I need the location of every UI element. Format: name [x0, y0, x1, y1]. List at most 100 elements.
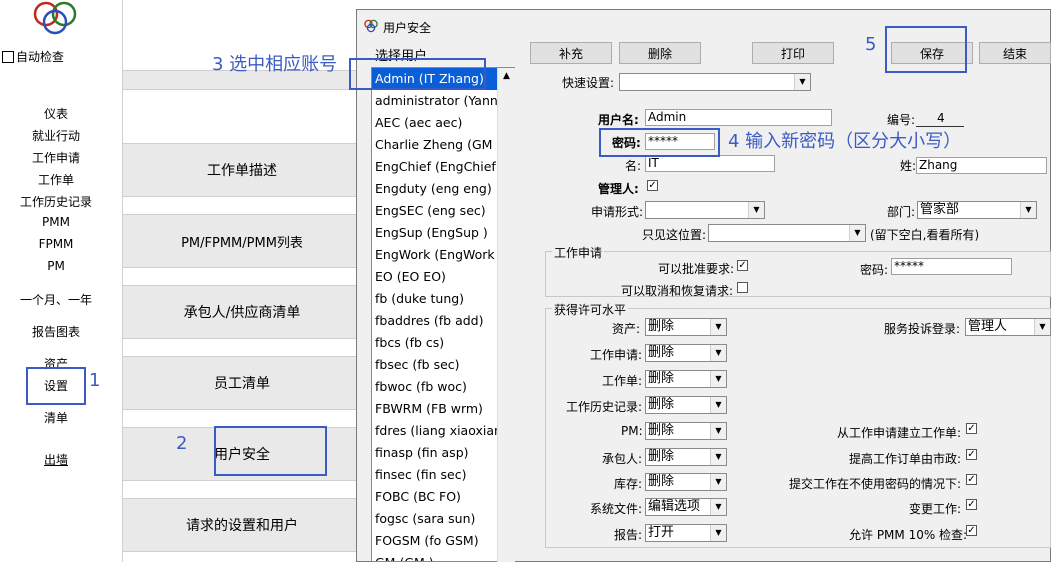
- quick-settings-select[interactable]: ▼: [619, 73, 811, 91]
- nav-item-month-year[interactable]: 一个月、一年: [0, 291, 112, 308]
- delete-button[interactable]: 删除: [619, 42, 701, 64]
- annotation-box-1: [26, 367, 86, 405]
- permission-group-title: 获得许可水平: [552, 301, 629, 318]
- check-change-work-checkbox[interactable]: ✓: [966, 499, 977, 510]
- perm-work-request-value: 删除: [648, 345, 675, 360]
- list-item[interactable]: FOGSM (fo GSM): [372, 530, 499, 552]
- department-value: 管家部: [920, 202, 960, 217]
- nav-item-employment-action[interactable]: 就业行动: [0, 127, 112, 144]
- list-item[interactable]: fbcs (fb cs): [372, 332, 499, 354]
- request-password-input[interactable]: *****: [891, 258, 1012, 275]
- perm-pm-select[interactable]: 删除 ▼: [645, 422, 727, 440]
- check-change-work-label: 变更工作:: [909, 502, 962, 516]
- perm-work-history-select[interactable]: 删除 ▼: [645, 396, 727, 414]
- list-item[interactable]: fdres (liang xiaoxian): [372, 420, 499, 442]
- list-item[interactable]: Engduty (eng eng): [372, 178, 499, 200]
- perm-pm-value: 删除: [648, 423, 675, 438]
- first-name-label: 名:: [625, 159, 642, 173]
- username-input[interactable]: Admin: [645, 109, 832, 126]
- annotation-step4: 4 输入新密码（区分大小写）: [728, 131, 962, 152]
- check-submit-no-password-checkbox[interactable]: ✓: [966, 474, 977, 485]
- list-item[interactable]: Charlie Zheng (GM G: [372, 134, 499, 156]
- dialog-title: 用户安全: [383, 21, 432, 35]
- can-approve-checkbox[interactable]: ✓: [737, 260, 748, 271]
- list-item[interactable]: fbwoc (fb woc): [372, 376, 499, 398]
- user-list[interactable]: Admin (IT Zhang) administrator (Yanny AE…: [371, 67, 515, 562]
- perm-work-order-value: 删除: [648, 371, 675, 386]
- menu-contractor-list[interactable]: 承包人/供应商清单: [123, 285, 361, 339]
- close-button[interactable]: 结束: [979, 42, 1051, 64]
- nav-item-work-request[interactable]: 工作申请: [0, 149, 112, 166]
- perm-reports-label: 报告:: [614, 528, 643, 542]
- last-name-input[interactable]: Zhang: [916, 157, 1047, 174]
- perm-work-request-select[interactable]: 删除 ▼: [645, 344, 727, 362]
- can-approve-label: 可以批准要求:: [658, 262, 735, 276]
- check-create-wo-checkbox[interactable]: ✓: [966, 423, 977, 434]
- auto-check-checkbox[interactable]: 自动检查: [2, 48, 64, 65]
- list-item[interactable]: fbaddres (fb add): [372, 310, 499, 332]
- nav-item-pm[interactable]: PM: [0, 259, 112, 273]
- nav-item-logout[interactable]: 出墙: [0, 451, 112, 468]
- scroll-up-icon[interactable]: ▲: [498, 68, 515, 85]
- nav-item-work-order[interactable]: 工作单: [0, 171, 112, 188]
- list-item[interactable]: fogsc (sara sun): [372, 508, 499, 530]
- perm-work-order-select[interactable]: 删除 ▼: [645, 370, 727, 388]
- annotation-box-5: [885, 26, 967, 73]
- list-item[interactable]: EngWork (EngWork ): [372, 244, 499, 266]
- print-button[interactable]: 打印: [752, 42, 834, 64]
- perm-system-files-label: 系统文件:: [590, 502, 643, 516]
- list-item[interactable]: EO (EO EO): [372, 266, 499, 288]
- list-item[interactable]: FBWRM (FB wrm): [372, 398, 499, 420]
- list-item[interactable]: GM (GM ): [372, 552, 499, 561]
- user-list-scrollbar[interactable]: ▲: [497, 68, 515, 562]
- perm-work-history-value: 删除: [648, 397, 675, 412]
- department-label: 部门:: [887, 205, 916, 219]
- list-item[interactable]: EngSup (EngSup ): [372, 222, 499, 244]
- nav-item-fpmm[interactable]: FPMM: [0, 237, 112, 251]
- location-hint: (留下空白,看看所有): [870, 228, 980, 242]
- perm-system-files-select[interactable]: 编辑选项 ▼: [645, 498, 727, 516]
- list-item[interactable]: finasp (fin asp): [372, 442, 499, 464]
- list-item[interactable]: FOBC (BC FO): [372, 486, 499, 508]
- check-raise-wo-checkbox[interactable]: ✓: [966, 449, 977, 460]
- check-create-wo-label: 从工作申请建立工作单:: [837, 426, 962, 440]
- perm-contractor-select[interactable]: 删除 ▼: [645, 448, 727, 466]
- checkbox-box[interactable]: [2, 50, 14, 63]
- menu-work-order-description[interactable]: 工作单描述: [123, 143, 361, 197]
- menu-employee-list[interactable]: 员工清单: [123, 356, 361, 410]
- list-item[interactable]: fbsec (fb sec): [372, 354, 499, 376]
- perm-assets-select[interactable]: 删除 ▼: [645, 318, 727, 336]
- nav-item-report-chart[interactable]: 报告图表: [0, 323, 112, 340]
- perm-assets-value: 删除: [648, 319, 675, 334]
- list-item[interactable]: finsec (fin sec): [372, 464, 499, 486]
- service-complaint-select[interactable]: 管理人 ▼: [965, 318, 1051, 336]
- add-button[interactable]: 补充: [530, 42, 612, 64]
- list-item[interactable]: EngSEC (eng sec): [372, 200, 499, 222]
- first-name-input[interactable]: IT: [645, 155, 775, 172]
- perm-reports-select[interactable]: 打开 ▼: [645, 524, 727, 542]
- work-request-group-title: 工作申请: [552, 244, 605, 261]
- chevron-down-icon: ▼: [710, 397, 726, 413]
- nav-item-dashboard[interactable]: 仪表: [0, 105, 112, 122]
- menu-pm-list[interactable]: PM/FPMM/PMM列表: [123, 214, 361, 268]
- nav-item-work-history[interactable]: 工作历史记录: [0, 193, 112, 210]
- admin-checkbox[interactable]: ✓: [647, 180, 658, 191]
- perm-inventory-select[interactable]: 删除 ▼: [645, 473, 727, 491]
- department-select[interactable]: 管家部 ▼: [917, 201, 1037, 219]
- nav-item-list[interactable]: 清单: [0, 409, 112, 426]
- list-item[interactable]: EngChief (EngChief ): [372, 156, 499, 178]
- chevron-down-icon: ▼: [710, 423, 726, 439]
- can-cancel-checkbox[interactable]: [737, 282, 748, 293]
- request-form-select[interactable]: ▼: [645, 201, 765, 219]
- check-pmm-10-checkbox[interactable]: ✓: [966, 525, 977, 536]
- chevron-down-icon: ▼: [710, 319, 726, 335]
- list-item[interactable]: AEC (aec aec): [372, 112, 499, 134]
- chevron-down-icon: ▼: [710, 525, 726, 541]
- menu-request-settings[interactable]: 请求的设置和用户: [123, 498, 361, 552]
- nav-item-pmm[interactable]: PMM: [0, 215, 112, 229]
- admin-label: 管理人:: [598, 182, 639, 196]
- location-select[interactable]: ▼: [708, 224, 866, 242]
- list-item[interactable]: administrator (Yanny: [372, 90, 499, 112]
- list-item[interactable]: fb (duke tung): [372, 288, 499, 310]
- perm-work-history-label: 工作历史记录:: [566, 400, 643, 414]
